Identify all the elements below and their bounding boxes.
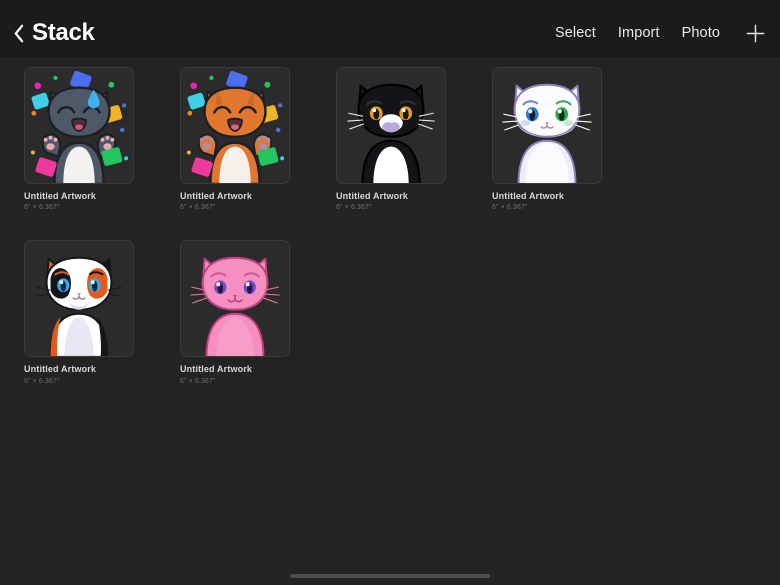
artwork-grid: Untitled Artwork 6" × 6.367" Untitled Ar… (0, 67, 780, 414)
artwork-item[interactable]: Untitled Artwork 6" × 6.367" (24, 240, 180, 385)
navigation-bar: Stack Select Import Photo (0, 10, 780, 57)
artwork-item[interactable]: Untitled Artwork 6" × 6.367" (492, 67, 648, 212)
artwork-item[interactable]: Untitled Artwork 6" × 6.367" (24, 67, 180, 212)
artwork-item[interactable]: Untitled Artwork 6" × 6.367" (180, 240, 336, 385)
artwork-item[interactable]: Untitled Artwork 6" × 6.367" (336, 67, 492, 212)
chevron-left-icon[interactable] (10, 22, 28, 46)
artwork-size: 6" × 6.367" (492, 204, 528, 212)
artwork-thumbnail[interactable] (180, 240, 290, 358)
artwork-size: 6" × 6.367" (180, 204, 216, 212)
artwork-thumbnail[interactable] (24, 67, 134, 184)
artwork-meta: Untitled Artwork 6" × 6.367" (180, 357, 300, 385)
artwork-meta: Untitled Artwork 6" × 6.367" (336, 184, 456, 212)
artwork-size: 6" × 6.367" (24, 204, 60, 212)
artwork-title: Untitled Artwork (24, 191, 97, 201)
artwork-gallery[interactable]: Untitled Artwork 6" × 6.367" Untitled Ar… (0, 57, 780, 585)
artwork-thumbnail[interactable] (336, 67, 446, 184)
artwork-size: 6" × 6.367" (24, 377, 60, 385)
page-title: Stack (32, 18, 95, 46)
artwork-thumbnail[interactable] (180, 67, 290, 184)
import-button[interactable]: Import (618, 26, 660, 41)
artwork-thumbnail[interactable] (492, 67, 602, 184)
artwork-item[interactable]: Untitled Artwork 6" × 6.367" (180, 67, 336, 212)
status-bar-strip (0, 0, 780, 10)
plus-icon[interactable] (744, 23, 766, 45)
artwork-meta: Untitled Artwork 6" × 6.367" (24, 357, 144, 385)
artwork-meta: Untitled Artwork 6" × 6.367" (492, 184, 612, 212)
artwork-meta: Untitled Artwork 6" × 6.367" (180, 184, 300, 212)
pink-cat-illustration (181, 241, 289, 357)
artwork-size: 6" × 6.367" (180, 377, 216, 385)
calico-cat-illustration (25, 241, 133, 357)
home-indicator[interactable] (290, 574, 490, 578)
artwork-thumbnail[interactable] (24, 240, 134, 358)
select-button[interactable]: Select (555, 26, 596, 41)
navbar-left-group: Stack (10, 18, 95, 47)
white-cat-heterochromia-illustration (493, 68, 601, 183)
gray-cat-confetti-illustration (25, 68, 133, 183)
black-tuxedo-cat-illustration (337, 68, 445, 183)
artwork-title: Untitled Artwork (492, 191, 565, 201)
artwork-title: Untitled Artwork (24, 364, 97, 375)
navbar-right-group: Select Import Photo (555, 23, 766, 45)
artwork-meta: Untitled Artwork 6" × 6.367" (24, 184, 144, 212)
artwork-title: Untitled Artwork (336, 191, 409, 201)
artwork-title: Untitled Artwork (180, 191, 253, 201)
orange-cat-confetti-illustration (181, 68, 289, 183)
artwork-size: 6" × 6.367" (336, 204, 372, 212)
photo-button[interactable]: Photo (682, 26, 720, 41)
artwork-title: Untitled Artwork (180, 364, 253, 375)
